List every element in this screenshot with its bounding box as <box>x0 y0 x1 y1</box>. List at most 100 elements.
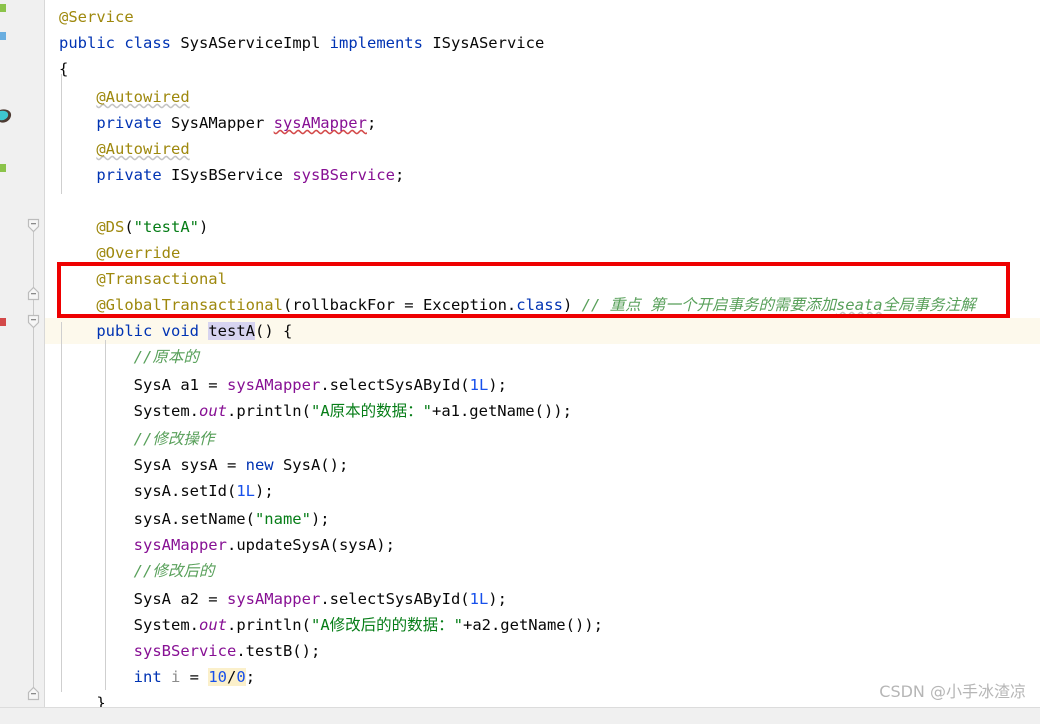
code-line[interactable]: @DS("testA") <box>59 214 208 240</box>
code-token: ) <box>562 296 582 314</box>
code-line[interactable]: @Override <box>59 240 180 266</box>
code-token: ISysAService <box>422 34 545 52</box>
code-line[interactable]: public void testA() { <box>59 318 292 344</box>
code-token: @DS <box>96 218 125 236</box>
code-line[interactable]: //修改后的 <box>59 558 215 584</box>
fold-collapse-up-icon[interactable] <box>27 286 40 301</box>
code-token: "A原本的数据：" <box>310 402 432 420</box>
code-token: sysAMapper <box>226 376 321 394</box>
code-token: sysA.setId( <box>59 482 237 500</box>
code-line[interactable]: int i = 10/0; <box>59 664 255 690</box>
code-line[interactable]: SysA a2 = sysAMapper.selectSysAById(1L); <box>59 586 507 612</box>
code-line[interactable]: sysBService.testB(); <box>59 638 321 664</box>
code-token: public <box>59 34 115 52</box>
code-token: private <box>96 166 162 184</box>
code-token: out <box>198 616 227 634</box>
code-line[interactable]: sysA.setName("name"); <box>59 506 330 532</box>
code-line[interactable]: sysA.setId(1L); <box>59 478 274 504</box>
spring-bean-icon[interactable] <box>0 108 13 124</box>
fold-region-line-1 <box>33 226 34 290</box>
code-token: ); <box>254 482 274 500</box>
code-token: @GlobalTransactional <box>96 296 283 314</box>
code-token: sysAMapper <box>226 590 321 608</box>
code-token: 重点 第一个开启事务的需要添加 <box>609 296 836 314</box>
code-line[interactable]: @Service <box>59 4 134 30</box>
code-token: sysBService <box>133 642 237 660</box>
code-token: new <box>245 456 274 474</box>
code-token: @Transactional <box>96 270 227 288</box>
code-token: / <box>227 668 237 686</box>
code-token: //修改操作 <box>133 430 215 448</box>
code-text-surface[interactable]: @Service public class SysAServiceImpl imp… <box>44 0 1040 724</box>
fold-collapse-down-icon[interactable] <box>27 218 40 233</box>
code-line[interactable]: SysA a1 = sysAMapper.selectSysAById(1L); <box>59 372 507 398</box>
code-line[interactable]: sysAMapper.updateSysA(sysA); <box>59 532 395 558</box>
code-line[interactable]: //修改操作 <box>59 426 215 452</box>
code-token: SysA sysA = <box>59 456 246 474</box>
code-token: ); <box>488 590 507 608</box>
code-line[interactable]: System.out.println("A原本的数据："+a1.getName(… <box>59 398 572 424</box>
code-token: class <box>124 34 172 52</box>
code-token: public <box>96 322 153 340</box>
code-line[interactable]: private SysAMapper sysAMapper; <box>59 110 376 136</box>
code-token: 1L <box>469 590 489 608</box>
code-token: // <box>581 296 610 314</box>
code-token: () { <box>255 322 293 340</box>
code-token: +a2.getName()); <box>462 616 603 634</box>
code-token: System. <box>59 616 199 634</box>
code-token: "A修改后的的数据：" <box>310 616 463 634</box>
code-token: void <box>161 322 199 340</box>
code-token: sysA.setName( <box>59 510 255 528</box>
code-token: @Service <box>59 8 134 26</box>
code-token: sysAMapper <box>133 536 227 554</box>
code-token: out <box>198 402 227 420</box>
code-token: int <box>133 668 162 686</box>
code-line[interactable]: @GlobalTransactional(rollbackFor = Excep… <box>59 292 975 318</box>
fold-collapse-method-icon[interactable] <box>27 314 40 329</box>
code-token: //原本的 <box>133 348 199 366</box>
code-line[interactable]: System.out.println("A修改后的的数据："+a2.getNam… <box>59 612 603 638</box>
code-line[interactable]: //原本的 <box>59 344 199 370</box>
editor-bottom-strip <box>0 707 1040 724</box>
code-line[interactable]: @Autowired <box>59 84 189 110</box>
code-line[interactable]: @Transactional <box>59 266 227 292</box>
code-token: ); <box>310 510 330 528</box>
code-editor-window[interactable]: @Service public class SysAServiceImpl imp… <box>0 0 1040 724</box>
code-token: @Autowired <box>96 140 190 158</box>
code-line[interactable]: @Autowired <box>59 136 190 162</box>
code-token: sysAMapper <box>273 114 367 132</box>
code-token: .updateSysA(sysA); <box>226 536 395 554</box>
code-line[interactable]: private ISysBService sysBService; <box>59 162 404 188</box>
fold-region-line-3 <box>33 326 34 688</box>
code-token: +a1.getName()); <box>431 402 572 420</box>
code-folding-column[interactable] <box>24 0 44 724</box>
code-token: .println( <box>226 616 311 634</box>
code-line[interactable]: public class SysAServiceImpl implements … <box>59 30 544 56</box>
gutter-change-marker-1 <box>0 4 6 12</box>
code-token: (rollbackFor = Exception. <box>282 296 517 314</box>
fold-collapse-end-icon[interactable] <box>27 686 40 701</box>
code-token: .selectSysAById( <box>320 590 470 608</box>
code-token: "name" <box>254 510 311 528</box>
code-token: sysBService <box>292 166 395 184</box>
gutter-change-marker-3 <box>0 164 6 172</box>
code-token: seata <box>835 296 883 314</box>
code-line[interactable]: { <box>59 56 68 82</box>
code-token: ) <box>199 218 209 236</box>
code-token: 0 <box>236 668 246 686</box>
code-line[interactable]: SysA sysA = new SysA(); <box>59 452 349 478</box>
code-token: SysA(); <box>273 456 349 474</box>
code-token: .testB(); <box>236 642 321 660</box>
